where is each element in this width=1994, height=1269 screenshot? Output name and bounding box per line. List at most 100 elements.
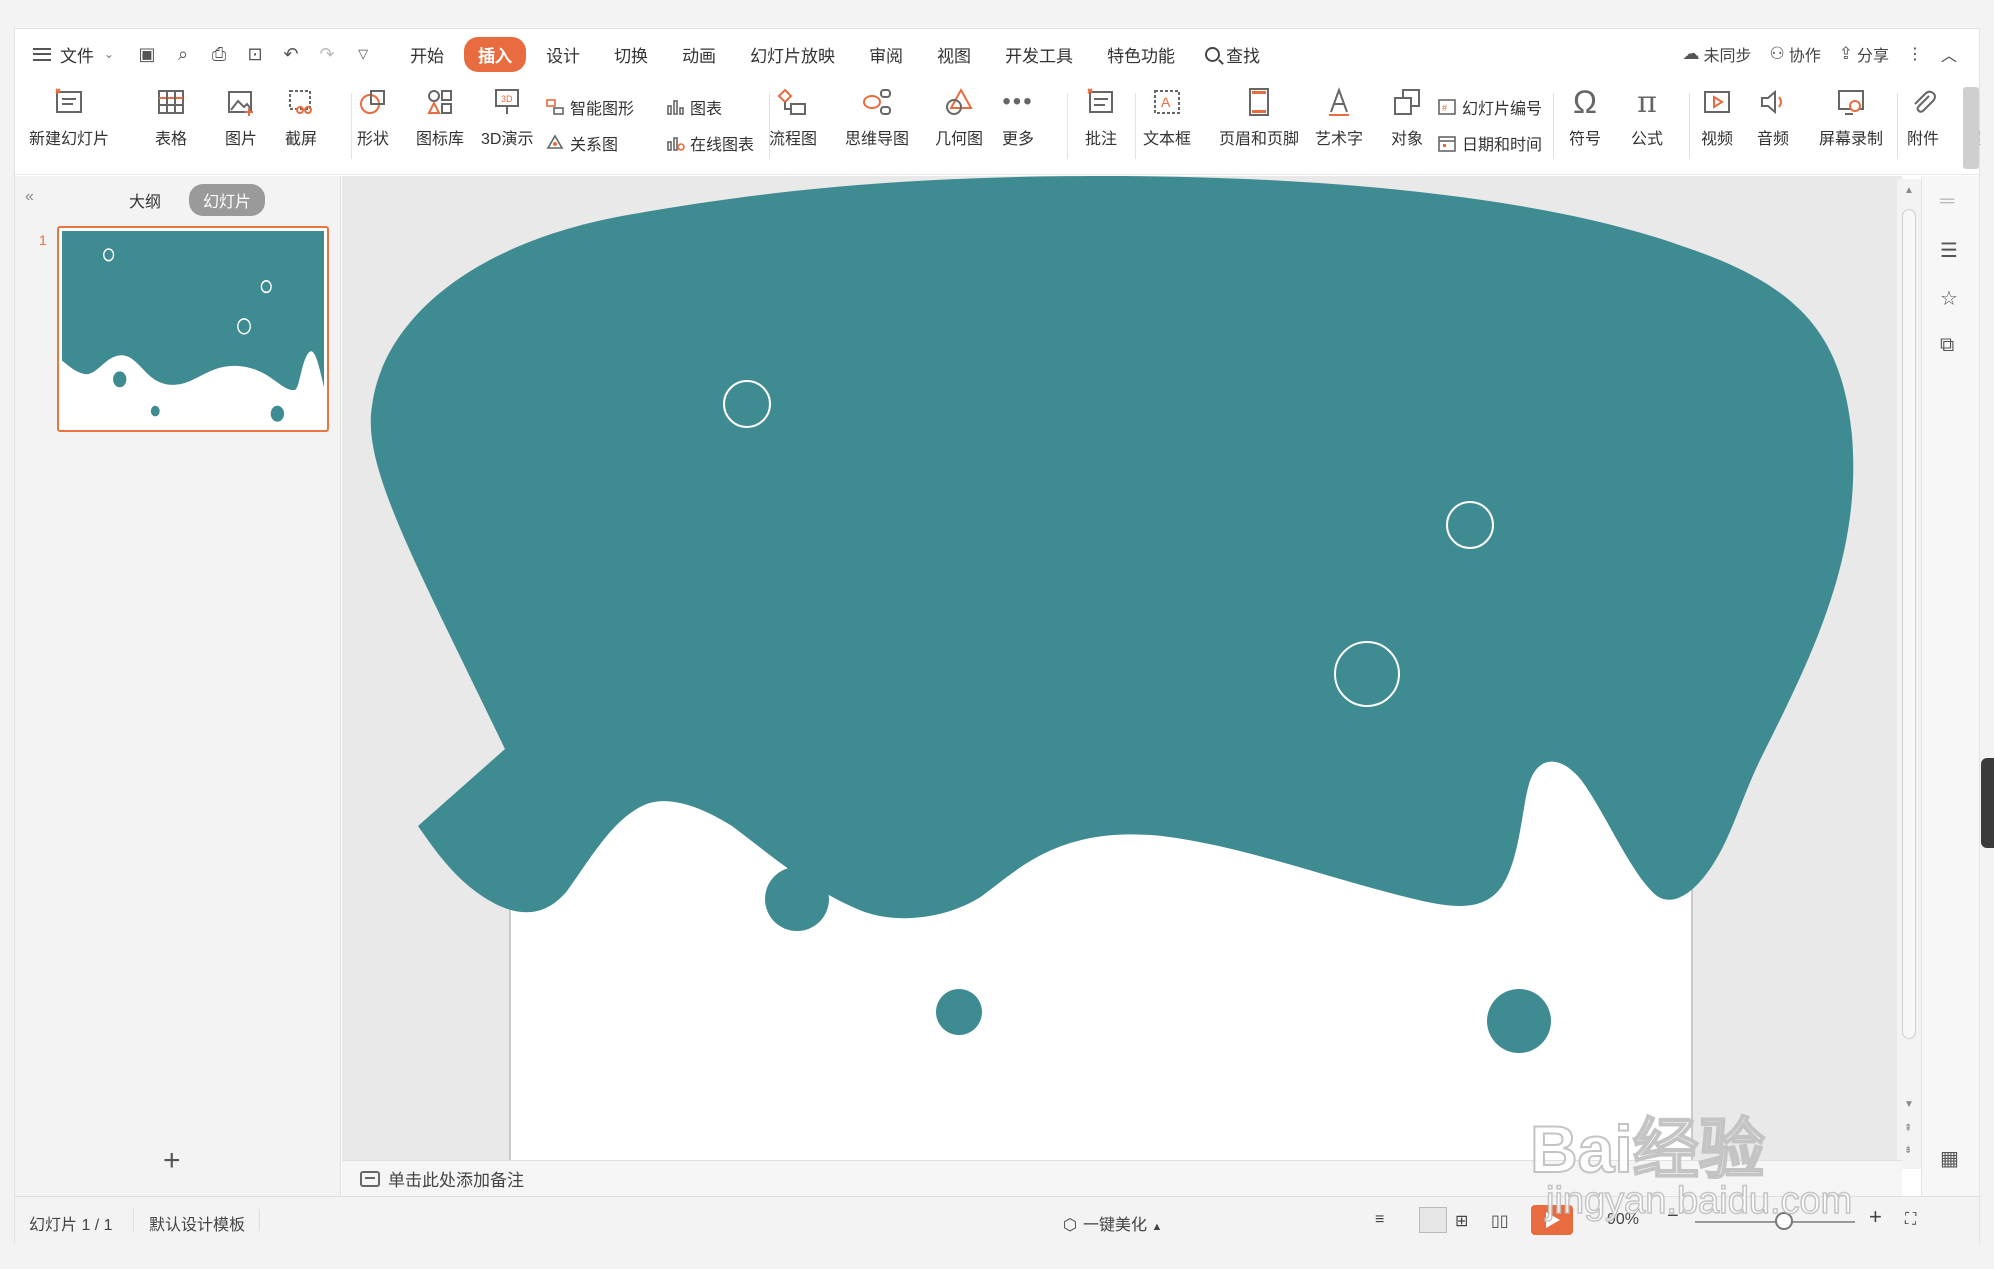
online-chart-icon (667, 137, 685, 151)
slide-canvas[interactable] (342, 176, 1902, 1166)
play-slideshow-button[interactable] (1531, 1205, 1573, 1235)
audio-label: 音频 (1756, 131, 1789, 148)
audio-button[interactable]: 音频 (1755, 85, 1791, 149)
scrollbar-thumb[interactable] (1902, 209, 1916, 1039)
wordart-button[interactable]: 艺术字 (1315, 85, 1363, 149)
collab-button[interactable]: ⚇ 协作 (1769, 42, 1820, 66)
notes-placeholder: 单击此处添加备注 (388, 1171, 524, 1190)
formula-button[interactable]: π 公式 (1629, 85, 1665, 149)
slide-number-button[interactable]: # 幻灯片编号 (1437, 95, 1542, 119)
tab-developer[interactable]: 开发工具 (991, 37, 1087, 72)
online-chart-button[interactable]: 在线图表 (665, 131, 754, 155)
collapse-ribbon-icon[interactable]: ︿ (1941, 42, 1957, 66)
zoom-in-icon[interactable]: + (1869, 1204, 1882, 1230)
chart-button[interactable]: 图表 (665, 95, 722, 119)
teal-blob-shape[interactable] (370, 176, 1854, 919)
customize-dropdown-icon[interactable]: ▽ (352, 46, 374, 62)
save-icon[interactable]: ▣ (136, 44, 158, 65)
vertical-scrollbar[interactable]: ▲ ▼ ⇞ ⇟ (1897, 179, 1921, 1169)
screenshot-button[interactable]: 截屏 (283, 85, 319, 149)
tab-slides[interactable]: 幻灯片 (189, 184, 266, 216)
relation-label: 关系图 (570, 137, 619, 154)
slide-thumbnail[interactable] (57, 226, 329, 432)
sorter-view-icon[interactable]: ⊞ (1455, 1211, 1468, 1231)
tab-view[interactable]: 视图 (923, 37, 985, 72)
normal-view-icon[interactable] (1419, 1207, 1447, 1233)
3d-demo-button[interactable]: 3D 3D演示 (481, 85, 533, 149)
header-footer-button[interactable]: 页眉和页脚 (1219, 85, 1299, 149)
ribbon-scroll-button[interactable] (1963, 87, 1979, 169)
fit-window-icon[interactable]: ⛶ (1905, 1211, 1916, 1229)
sync-button[interactable]: ☁ 未同步 (1682, 42, 1751, 66)
shape-button[interactable]: 形状 (355, 85, 391, 149)
filled-circle[interactable] (765, 867, 829, 931)
object-button[interactable]: 对象 (1389, 85, 1425, 149)
chart-icon (667, 100, 684, 115)
next-slide-icon[interactable]: ⇟ (1904, 1145, 1912, 1156)
template-name[interactable]: 默认设计模板 (149, 1211, 245, 1235)
scroll-up-icon[interactable]: ▲ (1904, 185, 1914, 196)
hamburger-icon (33, 47, 51, 61)
redo-icon[interactable]: ↷ (316, 44, 338, 65)
notes-icon (360, 1170, 380, 1187)
svg-text:3D: 3D (501, 94, 513, 104)
tab-home[interactable]: 开始 (396, 37, 458, 72)
video-button[interactable]: 视频 (1699, 85, 1735, 149)
flowchart-button[interactable]: 流程图 (769, 85, 817, 149)
table-button[interactable]: 表格 (153, 85, 189, 149)
caret-up-icon: ▲ (1151, 1221, 1163, 1233)
format-painter-icon[interactable]: ⌕ (172, 44, 194, 65)
smart-art-button[interactable]: 智能图形 (545, 95, 634, 119)
undo-icon[interactable]: ↶ (280, 44, 302, 65)
grid-view-icon[interactable]: ▦ (1940, 1146, 1959, 1171)
tab-transitions[interactable]: 切换 (600, 37, 662, 72)
zoom-slider-knob[interactable] (1775, 1212, 1793, 1230)
tab-animation[interactable]: 动画 (668, 37, 730, 72)
file-menu[interactable]: 文件 ⌄ (33, 42, 114, 67)
video-icon (1704, 91, 1730, 113)
zoom-out-icon[interactable]: − (1667, 1205, 1679, 1228)
picture-button[interactable]: 图片 (223, 85, 259, 149)
notes-toggle-icon[interactable]: ≡ (1375, 1211, 1384, 1229)
datetime-button[interactable]: 日期和时间 (1437, 131, 1542, 155)
icon-library-button[interactable]: 图标库 (416, 85, 464, 149)
print-preview-icon[interactable]: ⊡ (244, 44, 266, 65)
more-button[interactable]: ••• 更多 (1000, 85, 1036, 149)
symbol-button[interactable]: Ω 符号 (1567, 84, 1603, 149)
new-slide-button[interactable]: 新建幻灯片 (29, 85, 109, 149)
zoom-level[interactable]: 90% (1607, 1211, 1639, 1229)
more-options-icon[interactable]: ⋮ (1907, 44, 1923, 64)
filled-circle[interactable] (1487, 989, 1551, 1053)
scroll-down-icon[interactable]: ▼ (1904, 1099, 1914, 1110)
backup-icon[interactable]: ⧉ (1940, 334, 1954, 357)
comment-button[interactable]: 批注 (1083, 85, 1119, 149)
mindmap-button[interactable]: 思维导图 (845, 85, 909, 149)
tab-design[interactable]: 设计 (532, 37, 594, 72)
search-button[interactable]: 查找 (1205, 42, 1260, 67)
collapse-pane-icon[interactable]: « (25, 188, 34, 206)
tab-review[interactable]: 审阅 (855, 37, 917, 72)
textbox-button[interactable]: A 文本框 (1143, 85, 1191, 149)
properties-icon[interactable]: ☰ (1940, 238, 1958, 263)
filled-circle[interactable] (936, 989, 982, 1035)
beautify-button[interactable]: ⬡ 一键美化 ▲ (1063, 1211, 1162, 1235)
print-icon[interactable]: ⎙ (208, 44, 230, 65)
star-icon[interactable]: ☆ (1940, 286, 1958, 311)
tab-outline[interactable]: 大纲 (115, 184, 175, 216)
screen-record-button[interactable]: 屏幕录制 (1819, 85, 1883, 149)
tab-insert[interactable]: 插入 (464, 36, 527, 72)
geometry-button[interactable]: 几何图 (935, 85, 983, 149)
relation-button[interactable]: 关系图 (545, 131, 618, 155)
prev-slide-icon[interactable]: ⇞ (1904, 1123, 1912, 1134)
tab-features[interactable]: 特色功能 (1093, 37, 1189, 72)
side-panel-tab[interactable] (1981, 758, 1994, 848)
reading-view-icon[interactable]: ▯▯ (1491, 1211, 1509, 1231)
paperclip-icon (1914, 90, 1936, 113)
share-button[interactable]: ⇪ 分享 (1839, 42, 1889, 66)
add-slide-button[interactable]: + (163, 1144, 181, 1178)
tab-slideshow[interactable]: 幻灯片放映 (736, 37, 849, 72)
attachment-button[interactable]: 附件 (1905, 85, 1941, 149)
mindmap-icon (863, 89, 891, 115)
relation-icon (546, 134, 564, 149)
notes-bar[interactable]: 单击此处添加备注 (342, 1160, 1902, 1196)
